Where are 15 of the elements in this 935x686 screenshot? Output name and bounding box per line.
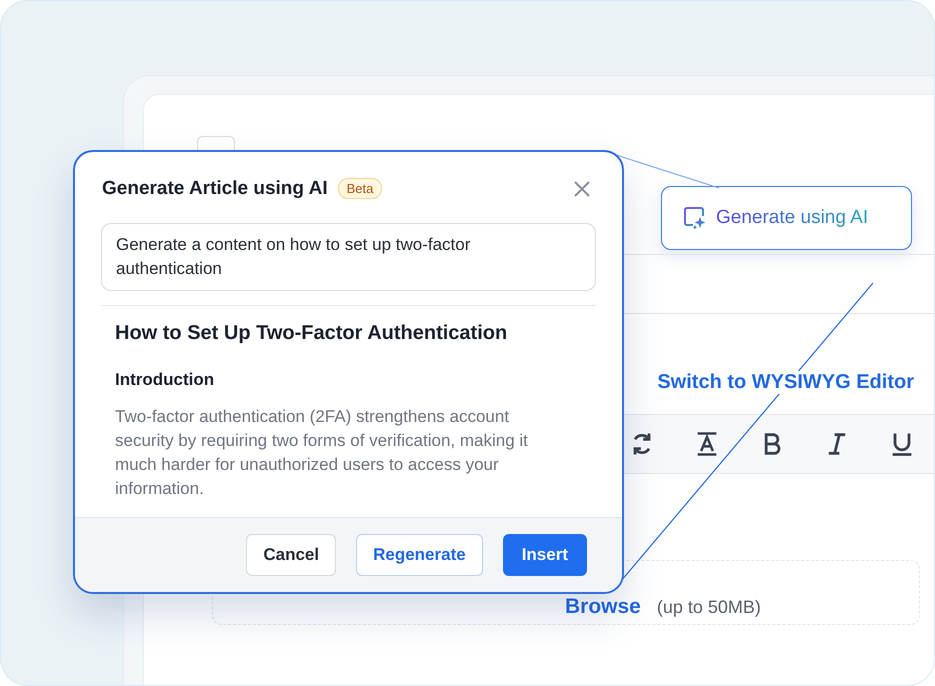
prompt-field[interactable]: Generate a content on how to set up two-factor authentication <box>101 223 596 291</box>
close-icon[interactable] <box>572 178 592 198</box>
generate-ai-button[interactable]: Generate using AI <box>661 186 912 250</box>
insert-button[interactable]: Insert <box>502 534 587 576</box>
article-heading: How to Set Up Two-Factor Authentication <box>115 322 508 345</box>
size-limit-text: (up to 50MB) <box>656 596 761 619</box>
article-paragraph: Two-factor authentication (2FA) strengthens account security by requiring two forms of verification, making it much harder for unauthorized users to access your information. <box>115 406 529 500</box>
section-heading: Introduction <box>115 370 216 390</box>
sparkle-icon <box>682 205 708 231</box>
cancel-button[interactable]: Cancel <box>246 534 336 576</box>
regenerate-button[interactable]: Regenerate <box>356 534 483 576</box>
switch-editor-link[interactable]: Switch to WYSIWYG Editor <box>657 371 914 394</box>
browse-link[interactable]: Browse <box>565 595 641 619</box>
beta-badge: Beta <box>338 178 382 199</box>
dialog-title: Generate Article using AI <box>102 178 328 200</box>
